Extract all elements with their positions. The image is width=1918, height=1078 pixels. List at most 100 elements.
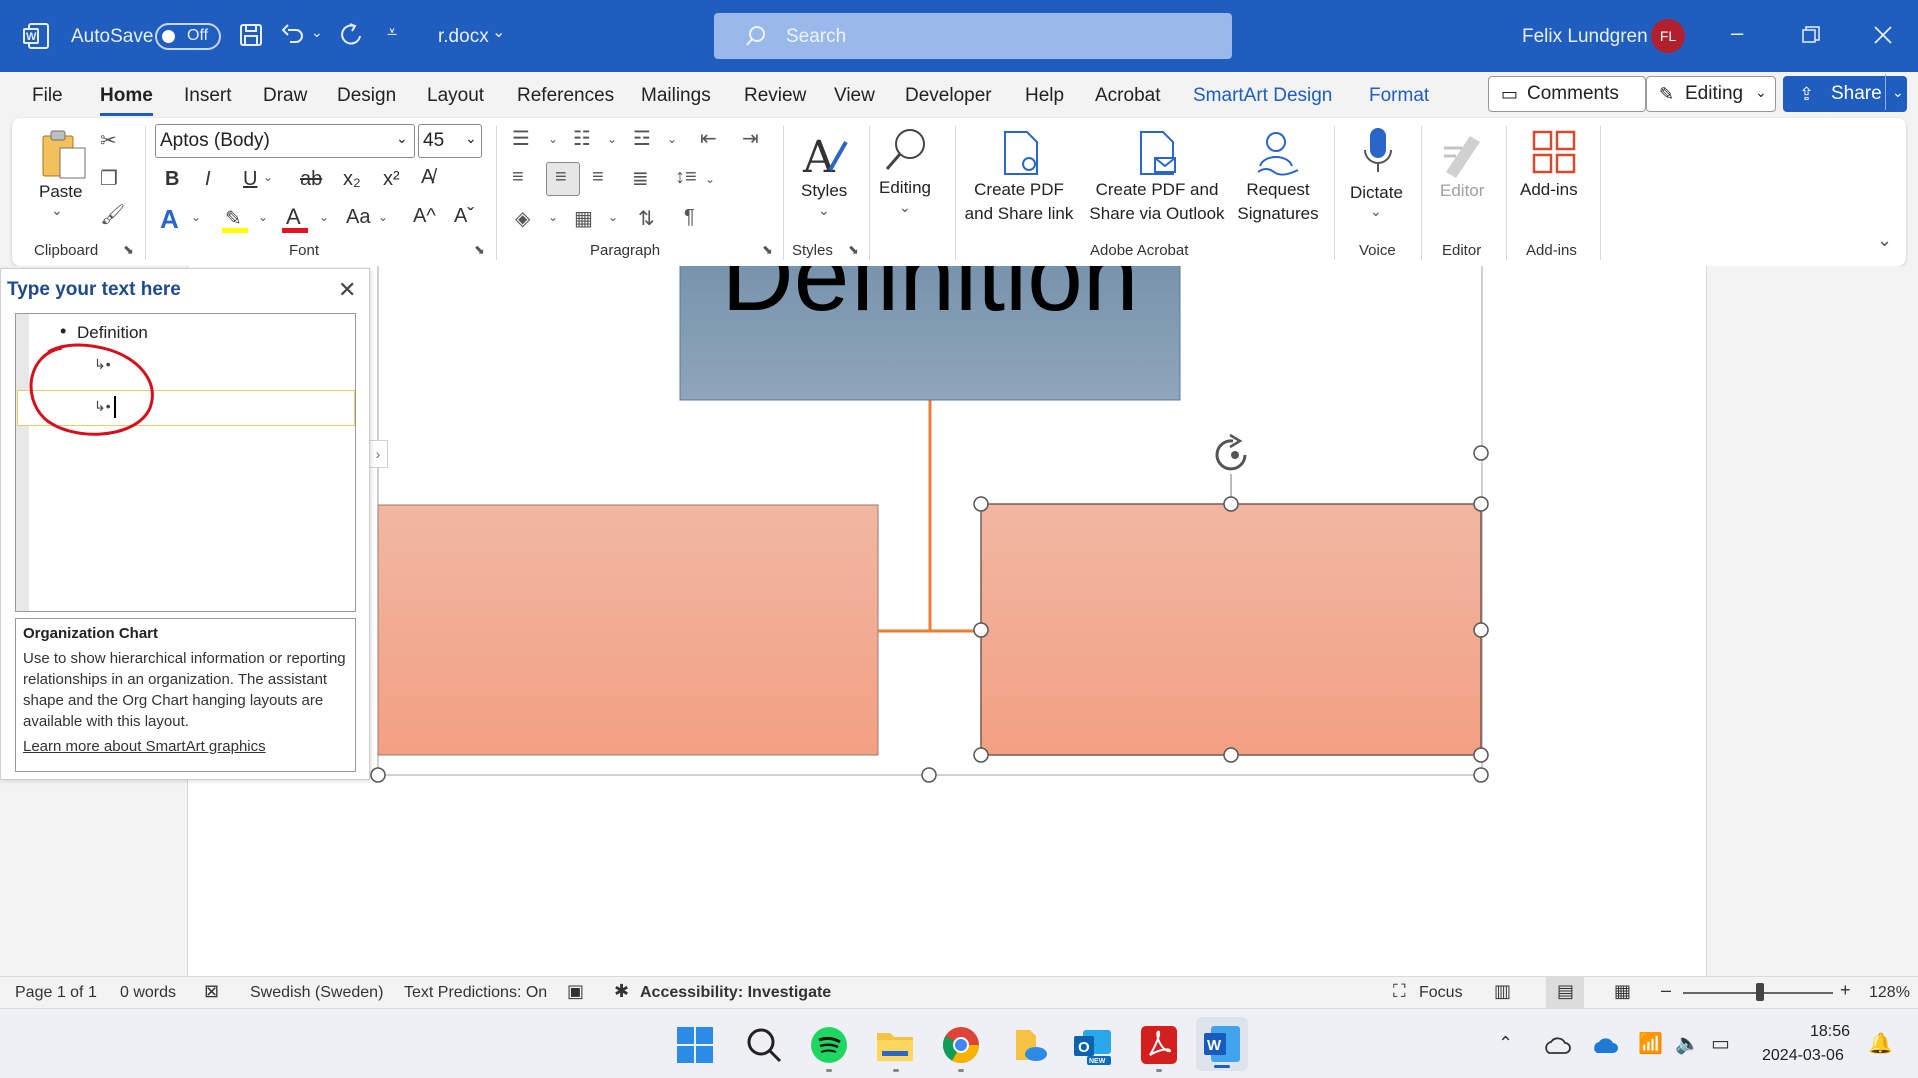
align-left-icon[interactable]: ≡ [512,166,524,189]
document-filename[interactable]: r.docx [438,26,489,48]
clear-formatting-icon[interactable]: A̸ [421,166,434,189]
accessibility-status[interactable]: Accessibility: Investigate [640,984,831,1002]
microphone-icon[interactable] [1362,126,1394,180]
volume-icon[interactable]: 🔈 [1675,1031,1700,1056]
tab-review[interactable]: Review [744,85,806,107]
save-icon[interactable] [238,22,264,48]
chevron-down-icon[interactable]: ⌄ [191,210,201,224]
outlook-new-icon[interactable]: O NEW [1073,1026,1113,1066]
focus-icon[interactable]: ⛶ [1393,981,1406,1002]
chevron-down-icon[interactable]: ⌄ [705,172,715,186]
zoom-out-icon[interactable]: – [1661,980,1671,1001]
chevron-down-icon[interactable]: ⌄ [319,210,329,224]
battery-icon[interactable]: ▭ [1711,1031,1730,1056]
align-center-button[interactable]: ≡ [546,162,580,196]
bold-button[interactable]: B [165,168,179,191]
create-pdf-outlook-line1[interactable]: Create PDF and [1083,178,1231,202]
justify-icon[interactable]: ≣ [632,166,649,191]
font-size-select[interactable]: 45 ⌄ [418,124,482,158]
show-formatting-icon[interactable]: ¶ [684,206,695,229]
font-color-button[interactable]: A [282,204,310,234]
shading-icon[interactable]: ◈ [515,206,530,231]
minimize-icon[interactable]: – [1731,20,1743,46]
undo-dropdown-icon[interactable]: ⌄ [311,24,323,41]
chevron-down-icon[interactable]: ⌄ [899,199,911,216]
request-signatures-icon[interactable] [1252,130,1302,176]
search-icon[interactable] [745,1026,783,1064]
onedrive-icon[interactable] [1543,1035,1571,1055]
learn-more-link[interactable]: Learn more about SmartArt graphics [23,738,348,755]
bullets-icon[interactable]: ☰ [512,126,530,151]
paragraph-launcher-icon[interactable]: ⬊ [762,242,773,258]
tab-design[interactable]: Design [337,85,396,107]
tab-help[interactable]: Help [1025,85,1064,107]
multilevel-list-icon[interactable]: ☲ [633,126,651,151]
strikethrough-button[interactable]: ab [300,168,322,191]
tab-layout[interactable]: Layout [427,85,484,107]
text-pane-toggle[interactable]: › [368,440,388,468]
find-icon[interactable] [884,126,930,174]
paste-label[interactable]: Paste [39,180,82,204]
clock-date[interactable]: 2024-03-06 [1762,1047,1844,1065]
font-launcher-icon[interactable]: ⬊ [474,242,485,258]
cut-icon[interactable]: ✂ [100,128,117,153]
styles-icon[interactable]: A [802,130,848,180]
start-icon[interactable] [676,1026,714,1064]
share-dropdown-icon[interactable]: ⌄ [1885,74,1904,110]
clock-time[interactable]: 18:56 [1810,1023,1850,1041]
redo-icon[interactable] [338,22,364,48]
create-pdf-share-line1[interactable]: Create PDF [958,178,1080,202]
chevron-down-icon[interactable]: ⌄ [608,210,618,224]
autosave-toggle[interactable]: Off [155,23,221,50]
tab-references[interactable]: References [517,85,614,107]
request-signatures-line1[interactable]: Request [1231,178,1325,202]
shrink-font-button[interactable]: Aˇ [454,205,474,228]
chevron-down-icon[interactable]: ⌄ [548,132,558,146]
tab-draw[interactable]: Draw [263,85,307,107]
editor-icon[interactable] [1440,128,1488,178]
font-name-select[interactable]: Aptos (Body) ⌄ [155,124,415,158]
align-right-icon[interactable]: ≡ [592,166,604,189]
chevron-down-icon[interactable]: ⌄ [378,210,388,224]
customize-qat-icon[interactable]: ⩡ [387,22,397,43]
dictate-label[interactable]: Dictate [1350,181,1403,205]
numbering-icon[interactable]: ☷ [573,126,591,151]
focus-mode-button[interactable]: Focus [1419,984,1463,1002]
chrome-icon[interactable] [942,1026,980,1064]
chevron-down-icon[interactable]: ⌄ [818,202,830,219]
create-pdf-outlook-line2[interactable]: Share via Outlook [1083,202,1231,226]
chevron-up-icon[interactable]: ⌃ [1498,1033,1513,1054]
editing-mode-button[interactable]: ✎ Editing ⌄ [1646,76,1776,112]
create-pdf-share-line2[interactable]: and Share link [958,202,1080,226]
tab-home[interactable]: Home [100,85,153,116]
collapse-ribbon-icon[interactable]: ⌄ [1877,230,1892,251]
wifi-icon[interactable]: 📶 [1638,1031,1663,1056]
chevron-down-icon[interactable]: ⌄ [548,210,558,224]
text-predictions[interactable]: Text Predictions: On [404,984,547,1002]
tab-insert[interactable]: Insert [184,85,232,107]
tab-developer[interactable]: Developer [905,85,992,107]
zoom-level[interactable]: 128% [1869,984,1910,1002]
add-ins-icon[interactable] [1532,130,1576,174]
chevron-down-icon[interactable]: ⌄ [667,132,677,146]
notification-bell-icon[interactable]: 🔔 [1868,1031,1893,1056]
spotify-icon[interactable] [810,1026,848,1064]
org-child-box-right[interactable] [980,503,1482,756]
sort-icon[interactable]: ⇅ [638,206,655,231]
chevron-down-icon[interactable]: ⌄ [607,132,617,146]
chevron-down-icon[interactable]: ⌄ [1370,203,1382,220]
tab-smartart-design[interactable]: SmartArt Design [1193,85,1332,107]
proofing-icon[interactable]: ⊠ [204,981,219,1002]
web-layout-icon[interactable]: ▦ [1614,981,1631,1002]
increase-indent-icon[interactable]: ⇥ [742,126,759,151]
styles-launcher-icon[interactable]: ⬊ [848,242,859,258]
close-icon[interactable]: ✕ [338,277,356,303]
onedrive-photos-icon[interactable] [1010,1026,1048,1064]
language[interactable]: Swedish (Sweden) [250,984,383,1002]
word-taskbar-button[interactable]: W [1196,1017,1248,1071]
word-count[interactable]: 0 words [120,984,176,1002]
create-pdf-outlook-icon[interactable] [1137,130,1179,176]
italic-button[interactable]: I [205,168,211,191]
undo-icon[interactable] [280,22,306,48]
tab-mailings[interactable]: Mailings [641,85,711,107]
